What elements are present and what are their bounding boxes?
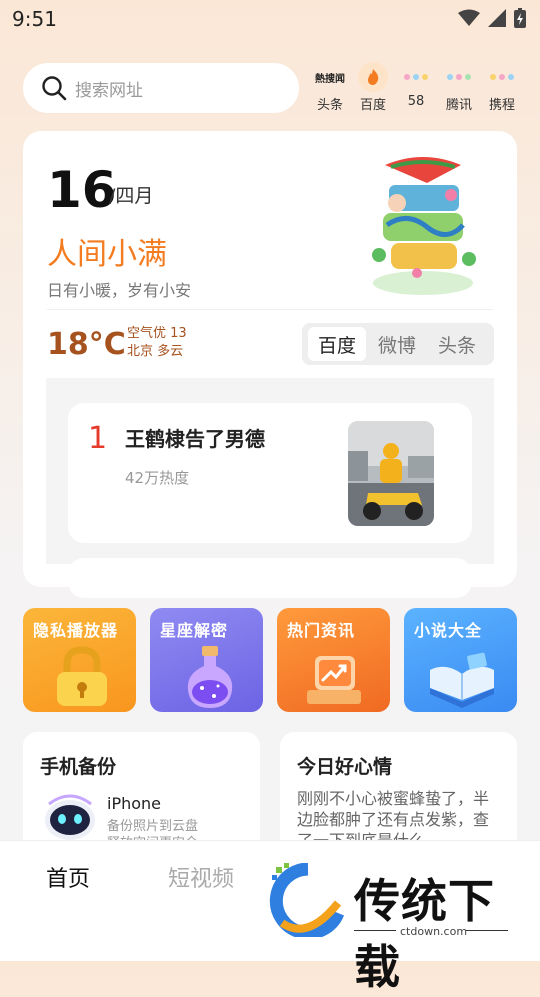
tab-home[interactable]: 首页 bbox=[46, 861, 90, 893]
solar-term-illustration bbox=[372, 157, 476, 295]
weather-temperature: 18°C bbox=[47, 327, 126, 362]
hot-list: 1 王鹤棣告了男德 42万热度 bbox=[46, 378, 494, 598]
backup-desc-line1: 备份照片到云盘 bbox=[107, 819, 199, 834]
quick-link-label: 58 bbox=[407, 94, 425, 109]
tab-short-video[interactable]: 短视频 bbox=[168, 861, 234, 893]
ctrip-icon bbox=[487, 62, 517, 92]
date-motto: 日有小暖，岁有小安 bbox=[47, 281, 192, 300]
toutiao-icon: 熱搜闻 bbox=[315, 62, 345, 92]
58-icon bbox=[401, 62, 431, 92]
status-time: 9:51 bbox=[12, 7, 57, 31]
weather-location: 北京 多云 bbox=[127, 344, 184, 359]
battery-icon bbox=[514, 8, 526, 28]
quick-link-baidu[interactable]: 百度 bbox=[351, 62, 395, 113]
search-bar[interactable]: 搜索网址 bbox=[23, 63, 299, 113]
tencent-icon bbox=[444, 62, 474, 92]
hot-item-title: 王鹤棣告了男德 bbox=[125, 427, 265, 451]
status-bar: 9:51 bbox=[0, 0, 540, 38]
backup-device-name: iPhone bbox=[107, 794, 162, 813]
tab-weibo[interactable]: 微博 bbox=[368, 327, 426, 361]
watermark-url: ctdown.com bbox=[400, 925, 468, 938]
backup-title: 手机备份 bbox=[40, 756, 117, 778]
hot-item-rank: 1 bbox=[88, 421, 108, 456]
quick-link-label: 携程 bbox=[488, 98, 515, 113]
quick-link-toutiao[interactable]: 熱搜闻 头条 bbox=[308, 62, 352, 114]
status-icons bbox=[458, 8, 526, 28]
hot-item-thumbnail bbox=[348, 421, 434, 526]
watermark-line-right bbox=[466, 930, 508, 931]
hot-item[interactable]: 1 王鹤棣告了男德 42万热度 bbox=[68, 403, 472, 543]
tab-toutiao[interactable]: 头条 bbox=[428, 327, 486, 361]
signal-icon bbox=[488, 9, 506, 27]
open-book-icon bbox=[430, 652, 494, 708]
air-quality: 空气优 13 bbox=[127, 326, 187, 341]
potion-bottle-icon bbox=[187, 646, 233, 708]
tile-horoscope[interactable]: 星座解密 bbox=[150, 608, 263, 712]
hot-source-tabs: 百度 微博 头条 bbox=[302, 323, 494, 365]
ctdown-logo-icon bbox=[269, 863, 345, 937]
tile-label: 热门资讯 bbox=[287, 621, 356, 640]
quick-link-ctrip[interactable]: 携程 bbox=[480, 62, 524, 113]
padlock-icon bbox=[57, 646, 107, 706]
tile-label: 星座解密 bbox=[160, 621, 229, 640]
toutiao-icon-text: 熱搜闻 bbox=[315, 73, 345, 85]
date-day: 16 bbox=[47, 161, 117, 219]
robot-avatar-icon bbox=[45, 794, 95, 840]
mood-title: 今日好心情 bbox=[297, 756, 393, 778]
quick-link-tencent[interactable]: 腾讯 bbox=[437, 62, 481, 113]
quick-link-label: 百度 bbox=[359, 98, 386, 113]
quick-link-label: 腾讯 bbox=[445, 98, 472, 113]
hot-item-next[interactable] bbox=[68, 558, 472, 598]
tab-baidu[interactable]: 百度 bbox=[308, 327, 366, 361]
solar-term-title: 人间小满 bbox=[47, 237, 167, 272]
date-month: /四月 bbox=[109, 185, 154, 207]
hot-item-heat: 42万热度 bbox=[125, 469, 190, 487]
tile-label: 小说大全 bbox=[414, 621, 483, 640]
wifi-icon bbox=[458, 9, 480, 26]
weather-details: 空气优 13 北京 多云 bbox=[127, 325, 187, 361]
tile-novels[interactable]: 小说大全 bbox=[404, 608, 517, 712]
tile-hot-news[interactable]: 热门资讯 bbox=[277, 608, 390, 712]
baidu-flame-icon bbox=[358, 62, 388, 92]
card-divider bbox=[47, 309, 493, 310]
search-placeholder: 搜索网址 bbox=[75, 80, 143, 101]
bottom-navigation: 首页 短视频 传统下载 ctdown.com bbox=[0, 840, 540, 994]
tile-private-player[interactable]: 隐私播放器 bbox=[23, 608, 136, 712]
search-icon bbox=[42, 76, 67, 101]
trend-board-icon bbox=[307, 656, 361, 704]
watermark-line-left bbox=[354, 930, 396, 931]
quick-link-58[interactable]: 58 bbox=[394, 62, 438, 109]
date-weather-card: 16 /四月 人间小满 日有小暖，岁有小安 18°C 空气优 13 北京 多云 … bbox=[23, 131, 517, 598]
tile-label: 隐私播放器 bbox=[33, 621, 119, 640]
quick-link-label: 头条 bbox=[316, 98, 343, 113]
